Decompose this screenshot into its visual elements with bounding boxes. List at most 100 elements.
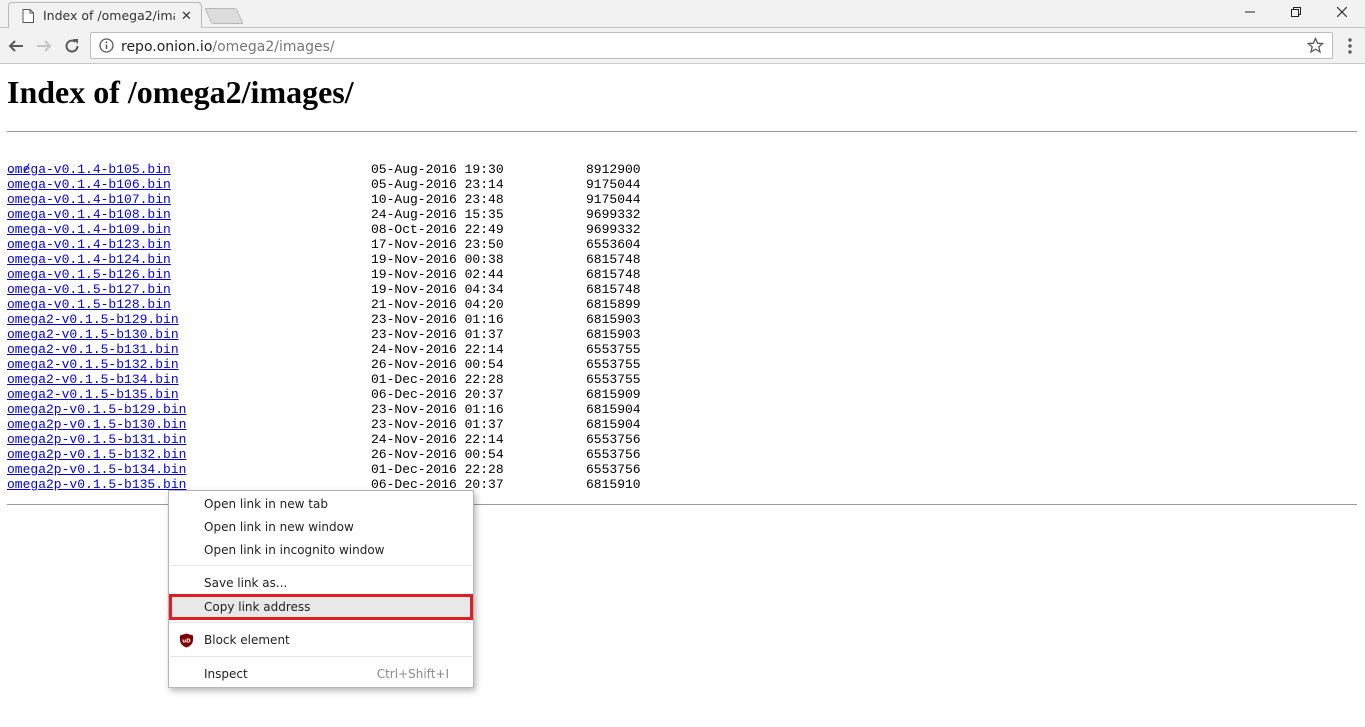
- url-path: /omega2/images/: [212, 39, 335, 55]
- file-date: 23-Nov-2016 01:16: [371, 402, 504, 417]
- file-link[interactable]: omega-v0.1.4-b105.bin: [7, 162, 171, 177]
- file-size: 6553756: [586, 432, 641, 447]
- file-link[interactable]: omega-v0.1.5-b127.bin: [7, 282, 171, 297]
- file-link[interactable]: omega2p-v0.1.5-b134.bin: [7, 462, 186, 477]
- file-size: 6553756: [586, 447, 641, 462]
- file-link[interactable]: omega-v0.1.4-b123.bin: [7, 237, 171, 252]
- file-date: 23-Nov-2016 01:37: [371, 327, 504, 342]
- file-row: omega-v0.1.5-b126.bin 19-Nov-2016 02:44 68…: [7, 267, 641, 282]
- file-link[interactable]: omega-v0.1.5-b126.bin: [7, 267, 171, 282]
- file-size: 6553604: [586, 237, 641, 252]
- file-row: omega2p-v0.1.5-b130.bin 23-Nov-2016 01:37…: [7, 417, 641, 432]
- file-size: 6553755: [586, 357, 641, 372]
- file-row: omega-v0.1.4-b106.bin 05-Aug-2016 23:14 91…: [7, 177, 641, 192]
- file-row: omega2-v0.1.5-b134.bin 01-Dec-2016 22:28 6…: [7, 372, 641, 387]
- menu-item-save-link-as[interactable]: Save link as...: [169, 572, 473, 595]
- block-element-label: Block element: [204, 633, 290, 647]
- file-link[interactable]: omega-v0.1.4-b124.bin: [7, 252, 171, 267]
- file-link[interactable]: omega2-v0.1.5-b134.bin: [7, 372, 179, 387]
- file-size: 6815904: [586, 417, 641, 432]
- file-date: 06-Dec-2016 20:37: [371, 387, 504, 402]
- file-date: 05-Aug-2016 23:14: [371, 177, 504, 192]
- reload-icon[interactable]: [62, 36, 82, 56]
- new-tab-button[interactable]: [204, 8, 244, 24]
- browser-toolbar: repo.onion.io/omega2/images/: [0, 28, 1365, 64]
- menu-item-inspect[interactable]: Inspect Ctrl+Shift+I: [169, 663, 473, 686]
- file-size: 6815910: [586, 477, 641, 492]
- menu-item-block-element[interactable]: uD Block element: [169, 629, 473, 652]
- close-window-icon[interactable]: [1319, 0, 1365, 24]
- file-link[interactable]: omega2p-v0.1.5-b131.bin: [7, 432, 186, 447]
- ublock-icon-text: uD: [182, 639, 191, 645]
- file-link[interactable]: omega2-v0.1.5-b132.bin: [7, 357, 179, 372]
- menu-item-open-incognito[interactable]: Open link in incognito window: [169, 539, 473, 562]
- file-size: 6815904: [586, 402, 641, 417]
- menu-separator: [170, 656, 472, 657]
- file-date: 24-Aug-2016 15:35: [371, 207, 504, 222]
- file-size: 6553755: [586, 372, 641, 387]
- window-controls: [1227, 0, 1365, 26]
- divider-top: [7, 131, 1357, 132]
- menu-dots-icon[interactable]: [1342, 37, 1358, 55]
- file-size: 9699332: [586, 222, 641, 237]
- file-link[interactable]: omega-v0.1.4-b109.bin: [7, 222, 171, 237]
- file-size: 8912900: [586, 162, 641, 177]
- bookmark-star-icon[interactable]: [1307, 37, 1324, 54]
- file-size: 6815748: [586, 267, 641, 282]
- minimize-icon[interactable]: [1227, 0, 1273, 24]
- file-date: 24-Nov-2016 22:14: [371, 342, 504, 357]
- file-row: omega-v0.1.4-b123.bin 17-Nov-2016 23:50 65…: [7, 237, 641, 252]
- browser-tab[interactable]: Index of /omega2/image ✕: [8, 2, 202, 28]
- page-title: Index of /omega2/images/: [7, 74, 354, 110]
- file-link[interactable]: omega2-v0.1.5-b131.bin: [7, 342, 179, 357]
- file-size: 6815899: [586, 297, 641, 312]
- file-link[interactable]: omega-v0.1.5-b128.bin: [7, 297, 171, 312]
- url-host: repo.onion.io: [121, 39, 213, 55]
- info-icon[interactable]: [99, 38, 114, 53]
- file-row: omega-v0.1.4-b107.bin 10-Aug-2016 23:48 91…: [7, 192, 641, 207]
- file-link[interactable]: omega2p-v0.1.5-b132.bin: [7, 447, 186, 462]
- file-size: 9175044: [586, 192, 641, 207]
- url-text: repo.onion.io/omega2/images/: [121, 39, 335, 55]
- file-link[interactable]: omega2p-v0.1.5-b130.bin: [7, 417, 186, 432]
- file-link[interactable]: omega2-v0.1.5-b135.bin: [7, 387, 179, 402]
- file-date: 19-Nov-2016 00:38: [371, 252, 504, 267]
- file-size: 6815909: [586, 387, 641, 402]
- file-date: 05-Aug-2016 19:30: [371, 162, 504, 177]
- file-size: 6815748: [586, 282, 641, 297]
- close-tab-icon[interactable]: ✕: [181, 9, 192, 22]
- file-size: 6553755: [586, 342, 641, 357]
- file-link[interactable]: omega-v0.1.4-b107.bin: [7, 192, 171, 207]
- file-link[interactable]: omega-v0.1.4-b106.bin: [7, 177, 171, 192]
- file-date: 17-Nov-2016 23:50: [371, 237, 504, 252]
- file-row: omega2-v0.1.5-b130.bin 23-Nov-2016 01:37 6…: [7, 327, 641, 342]
- file-date: 01-Dec-2016 22:28: [371, 462, 504, 477]
- file-row: omega2-v0.1.5-b132.bin 26-Nov-2016 00:54 6…: [7, 357, 641, 372]
- file-row: omega-v0.1.5-b127.bin 19-Nov-2016 04:34 68…: [7, 282, 641, 297]
- file-link[interactable]: omega-v0.1.4-b108.bin: [7, 207, 171, 222]
- file-listing: ../ omega-v0.1.4-b105.bin 05-Aug-2016 19:…: [7, 147, 641, 492]
- file-size: 9699332: [586, 207, 641, 222]
- file-date: 01-Dec-2016 22:28: [371, 372, 504, 387]
- restore-icon[interactable]: [1273, 0, 1319, 24]
- menu-item-open-new-tab[interactable]: Open link in new tab: [169, 493, 473, 516]
- file-link[interactable]: omega2p-v0.1.5-b129.bin: [7, 402, 186, 417]
- page-icon: [22, 8, 34, 23]
- file-row: omega-v0.1.4-b105.bin 05-Aug-2016 19:30 89…: [7, 162, 641, 177]
- menu-item-copy-link-address[interactable]: Copy link address: [169, 594, 473, 620]
- file-size: 6553756: [586, 462, 641, 477]
- back-arrow-icon[interactable]: [6, 36, 26, 56]
- file-row: omega2p-v0.1.5-b134.bin 01-Dec-2016 22:28…: [7, 462, 641, 477]
- file-row: omega2p-v0.1.5-b129.bin 23-Nov-2016 01:16…: [7, 402, 641, 417]
- file-row: omega2-v0.1.5-b129.bin 23-Nov-2016 01:16 6…: [7, 312, 641, 327]
- forward-arrow-icon[interactable]: [34, 36, 54, 56]
- parent-dir-row: ../: [7, 147, 54, 177]
- address-bar[interactable]: repo.onion.io/omega2/images/: [90, 32, 1333, 59]
- file-link[interactable]: omega2-v0.1.5-b130.bin: [7, 327, 179, 342]
- context-menu: Open link in new tab Open link in new wi…: [168, 490, 474, 688]
- file-date: 23-Nov-2016 01:37: [371, 417, 504, 432]
- file-link[interactable]: omega2p-v0.1.5-b135.bin: [7, 477, 186, 492]
- menu-item-open-new-window[interactable]: Open link in new window: [169, 516, 473, 539]
- file-link[interactable]: omega2-v0.1.5-b129.bin: [7, 312, 179, 327]
- file-row: omega-v0.1.4-b109.bin 08-Oct-2016 22:49 96…: [7, 222, 641, 237]
